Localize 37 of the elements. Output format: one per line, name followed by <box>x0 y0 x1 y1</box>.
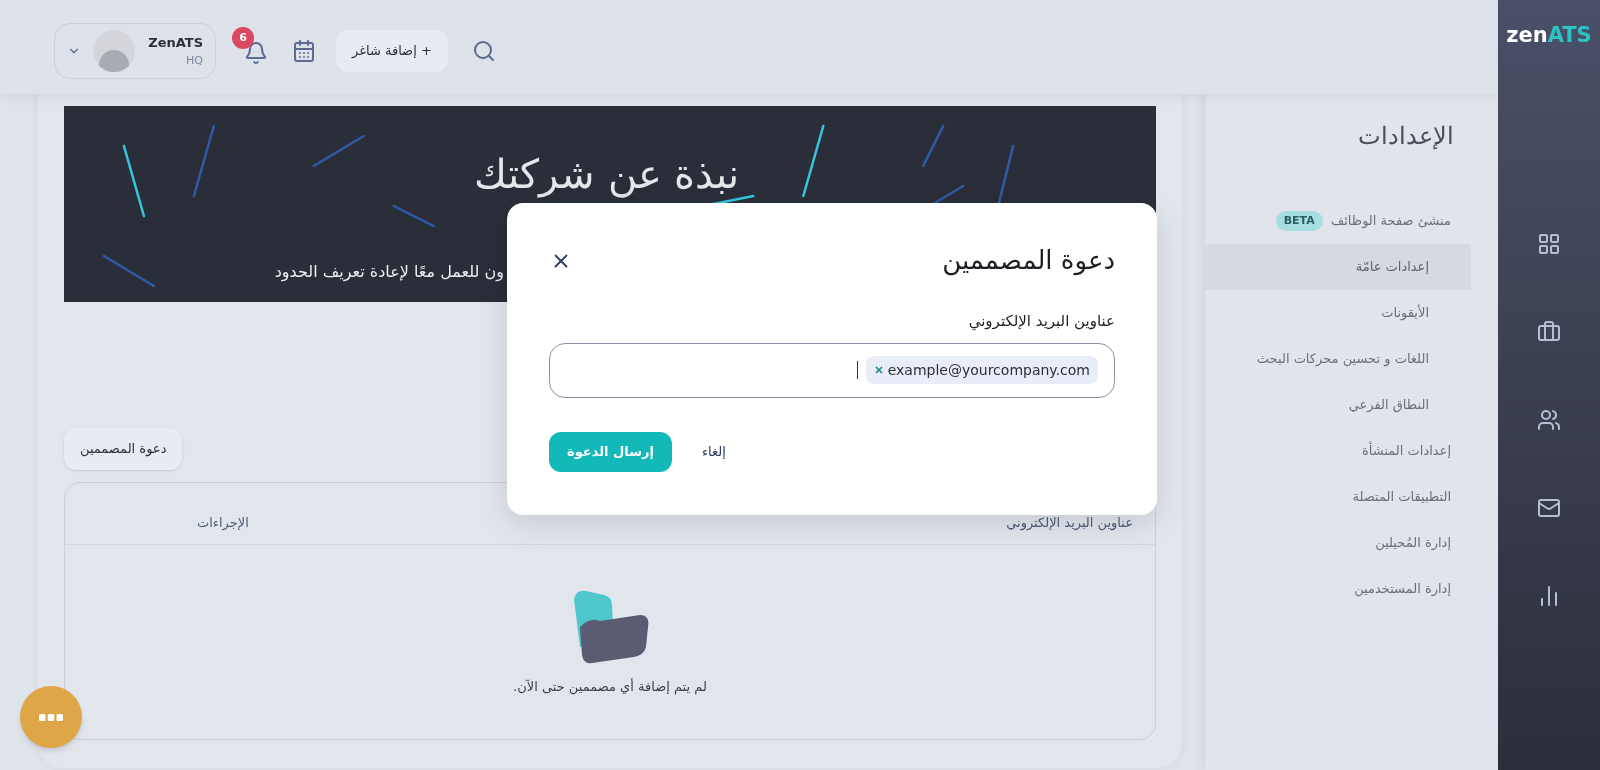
settings-menu-item[interactable]: النطاق الفرعي <box>1205 382 1471 428</box>
dashboard-icon[interactable] <box>1537 231 1561 256</box>
column-header: الإجراءات <box>197 513 249 532</box>
settings-menu-item[interactable]: إعدادات المنشأة <box>1205 428 1471 474</box>
settings-menu-item[interactable]: إدارة المُحيلين <box>1205 520 1471 566</box>
add-job-button[interactable]: + إضافة شاغر <box>336 30 448 72</box>
modal-title: دعوة المصممين <box>942 244 1115 278</box>
search-icon[interactable] <box>471 39 496 63</box>
avatar <box>93 30 135 72</box>
empty-message: لم يتم إضافة أي مصممين حتى الآن. <box>513 677 707 697</box>
user-menu[interactable]: ZenATS HQ <box>54 23 216 79</box>
logo[interactable]: zenATS <box>1506 20 1592 52</box>
send-invite-button[interactable]: إرسال الدعوة <box>549 431 672 472</box>
cancel-button[interactable]: إلغاء <box>701 441 726 462</box>
briefcase-icon[interactable] <box>1537 319 1561 344</box>
settings-title: الإعدادات <box>1358 121 1454 152</box>
users-icon[interactable] <box>1537 407 1561 432</box>
email-input[interactable]: example@yourcompany.com <box>549 342 1115 398</box>
user-branch: HQ <box>186 52 203 69</box>
banner-text: ون للعمل معًا لإعادة تعريف الحدود <box>274 261 504 284</box>
banner-title: نبذة عن شركتك <box>474 150 740 200</box>
more-icon <box>39 713 63 721</box>
calendar-icon[interactable] <box>292 39 316 63</box>
settings-menu-item[interactable]: إدارة المستخدمين <box>1205 566 1471 612</box>
field-label: عناوين البريد الإلكتروني <box>968 311 1115 333</box>
settings-menu-item[interactable]: إعدادات عامّة <box>1205 244 1471 290</box>
invite-designers-button[interactable]: دعوة المصممين <box>64 428 183 470</box>
bell-icon[interactable] <box>244 41 268 65</box>
remove-icon[interactable] <box>873 365 884 375</box>
beta-badge: BETA <box>1275 210 1323 232</box>
settings-menu-item[interactable]: التطبيقات المتصلة <box>1205 474 1471 520</box>
notification-count: 6 <box>232 27 254 49</box>
settings-menu-item[interactable]: اللغات و تحسين محركات البحث <box>1205 336 1471 382</box>
email-tag: example@yourcompany.com <box>865 356 1098 384</box>
settings-menu-item[interactable]: الأيقونات <box>1205 290 1471 336</box>
user-name: ZenATS <box>148 34 203 52</box>
column-header: عناوين البريد الإلكتروني <box>1006 513 1133 532</box>
